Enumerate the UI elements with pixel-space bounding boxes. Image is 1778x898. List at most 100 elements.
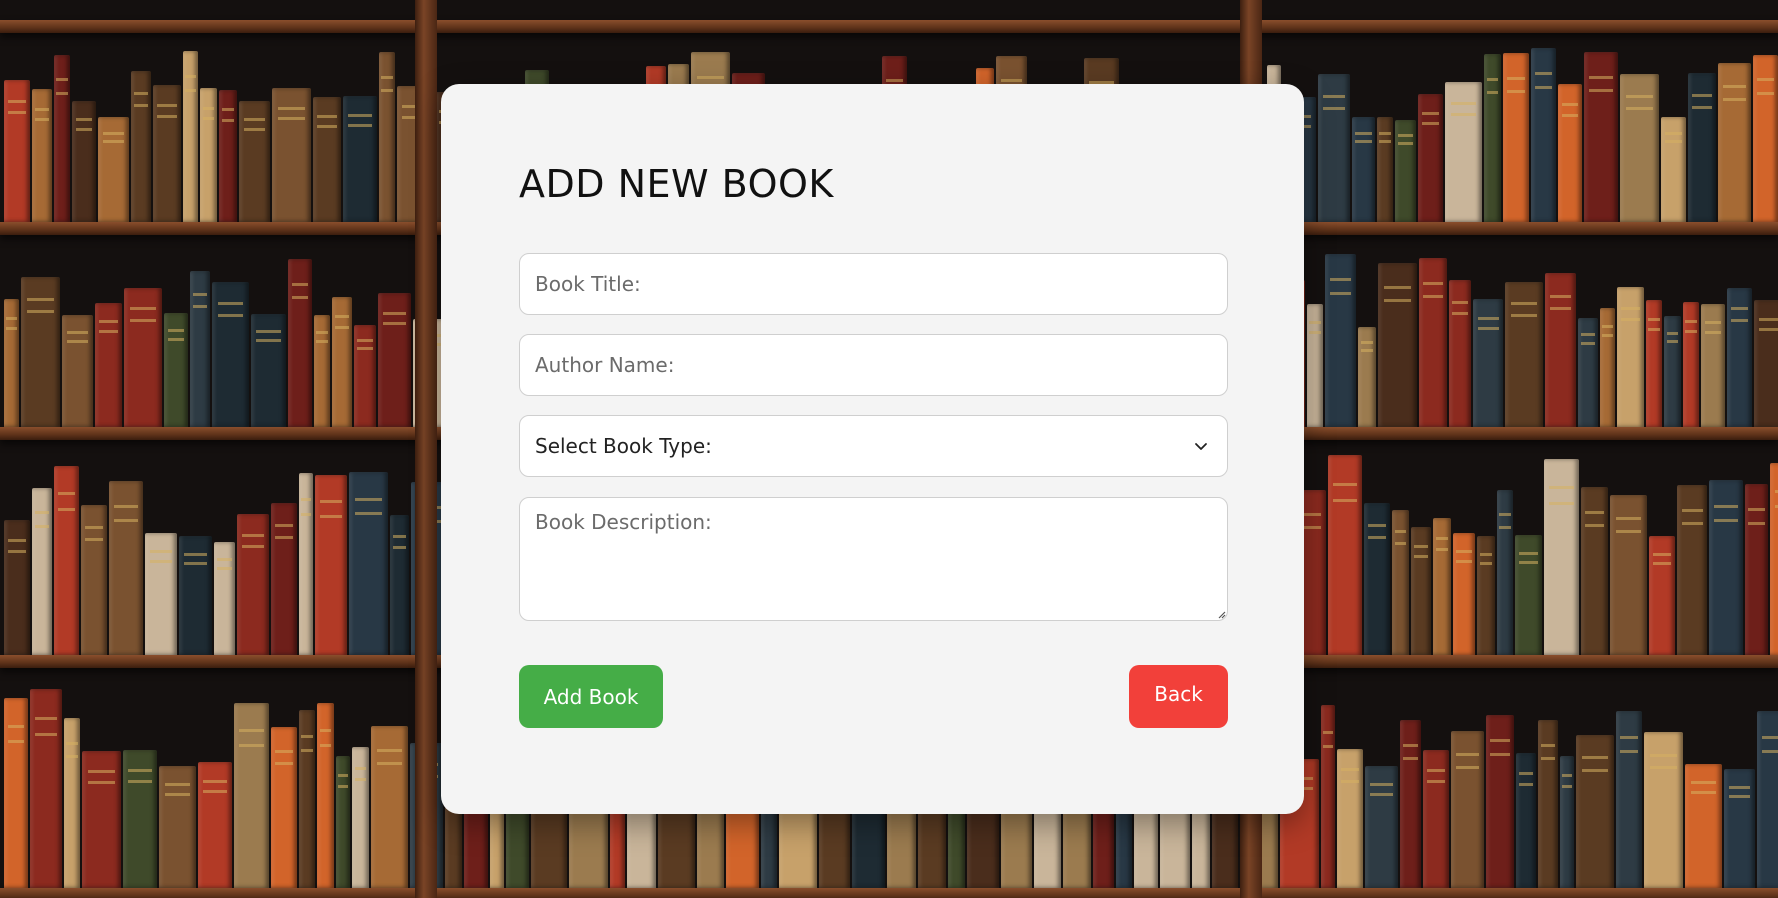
book-type-select[interactable]: Select Book Type: — [519, 415, 1228, 477]
book-spine — [1727, 288, 1752, 427]
book-spine — [159, 766, 196, 888]
book-spine — [354, 325, 376, 427]
book-spine — [288, 259, 312, 427]
book-spine — [212, 282, 249, 427]
book-spine — [81, 505, 107, 655]
book-spine — [1321, 705, 1335, 888]
book-spine — [64, 718, 80, 888]
book-spine — [1754, 300, 1778, 427]
book-spine — [378, 293, 411, 427]
book-spine — [1538, 720, 1558, 888]
book-spine — [1724, 769, 1755, 888]
book-spine — [1649, 536, 1675, 655]
book-spine — [1400, 720, 1421, 888]
book-spine — [4, 698, 28, 888]
book-spine — [1337, 749, 1363, 888]
shelf-post — [415, 0, 437, 898]
book-spine — [1701, 304, 1725, 427]
book-spine — [1378, 263, 1417, 427]
book-spine — [1307, 304, 1323, 427]
book-spine — [251, 314, 286, 427]
book-spine — [1503, 53, 1529, 222]
book-spine — [198, 762, 232, 888]
page-title: ADD NEW BOOK — [519, 162, 834, 206]
book-spine — [234, 703, 269, 888]
book-spine — [131, 71, 151, 222]
book-spine — [4, 299, 19, 427]
book-spine — [1545, 273, 1576, 427]
book-spine — [82, 751, 121, 888]
book-spine — [1558, 84, 1582, 222]
book-spine — [1576, 735, 1614, 888]
book-spine — [1718, 63, 1751, 222]
chevron-down-icon — [1195, 443, 1207, 450]
book-spine — [379, 52, 395, 222]
book-spine — [145, 533, 177, 655]
book-spine — [1661, 117, 1686, 222]
book-spine — [1318, 74, 1350, 222]
shelf-plank — [0, 888, 1778, 898]
book-spine — [1505, 282, 1543, 427]
book-spine — [317, 703, 334, 888]
book-spine — [164, 313, 188, 427]
book-spine — [1616, 711, 1642, 888]
book-spine — [153, 85, 181, 222]
book-spine — [1664, 316, 1681, 427]
book-spine — [21, 277, 60, 427]
book-spine — [390, 515, 409, 655]
book-description-textarea[interactable] — [519, 497, 1228, 621]
book-spine — [371, 726, 408, 888]
book-spine — [214, 542, 235, 655]
book-spine — [190, 271, 210, 427]
book-spine — [299, 710, 315, 888]
book-spine — [219, 90, 237, 222]
book-spine — [271, 727, 297, 888]
book-spine — [1677, 485, 1707, 655]
book-title-input[interactable] — [519, 253, 1228, 315]
book-spine — [314, 315, 330, 427]
book-spine — [1709, 480, 1743, 655]
book-spine — [1423, 750, 1449, 888]
book-spine — [1411, 527, 1431, 655]
book-spine — [1486, 715, 1514, 888]
book-spine — [54, 55, 70, 222]
book-spine — [1449, 280, 1471, 427]
book-spine — [1531, 48, 1556, 222]
back-button[interactable]: Back — [1129, 665, 1228, 728]
book-spine — [1451, 731, 1484, 888]
book-spine — [1646, 300, 1662, 427]
book-spine — [1433, 518, 1451, 655]
book-spine — [1757, 711, 1778, 888]
add-book-card: ADD NEW BOOK Select Book Type: Add Book … — [441, 84, 1304, 814]
book-spine — [1578, 318, 1598, 427]
book-spine — [32, 89, 52, 222]
book-spine — [1325, 254, 1356, 427]
book-spine — [1445, 82, 1482, 222]
book-spine — [1419, 258, 1447, 427]
book-spine — [1364, 503, 1390, 655]
book-spine — [1477, 536, 1495, 655]
book-spine — [1515, 535, 1542, 655]
book-spine — [1328, 455, 1362, 655]
add-book-button[interactable]: Add Book — [519, 665, 663, 728]
book-spine — [1644, 732, 1683, 888]
book-spine — [1584, 52, 1618, 222]
book-spine — [1560, 756, 1574, 888]
book-spine — [352, 747, 369, 888]
book-spine — [272, 88, 311, 222]
author-name-input[interactable] — [519, 334, 1228, 396]
book-spine — [1610, 495, 1647, 655]
resize-grip-icon[interactable] — [1216, 609, 1226, 619]
book-spine — [1418, 94, 1443, 222]
book-spine — [200, 88, 217, 222]
book-spine — [62, 315, 93, 427]
book-spine — [271, 503, 297, 655]
book-spine — [123, 750, 157, 888]
book-spine — [72, 101, 96, 222]
book-spine — [1685, 764, 1722, 888]
book-spine — [183, 51, 198, 222]
book-spine — [1377, 117, 1393, 222]
book-spine — [1770, 463, 1778, 655]
book-spine — [109, 481, 143, 655]
book-spine — [1581, 487, 1608, 655]
